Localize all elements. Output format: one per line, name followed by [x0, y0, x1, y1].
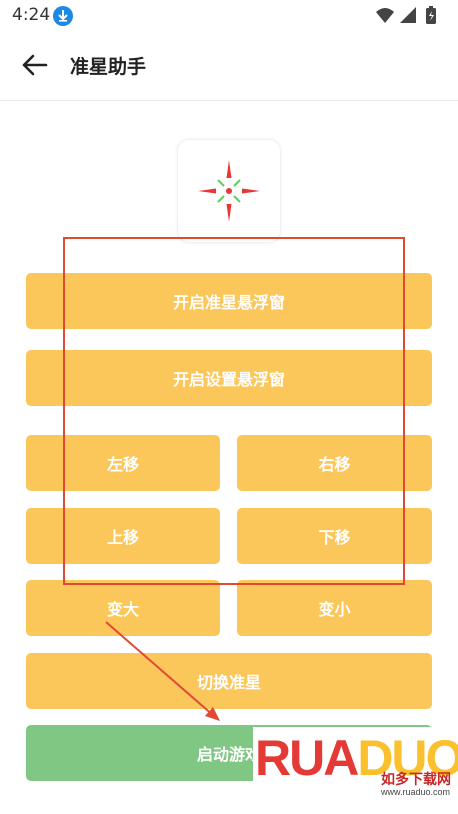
- status-bar: 4:24: [0, 0, 458, 32]
- signal-icon: [400, 7, 416, 23]
- wifi-icon: [376, 8, 394, 23]
- move-right-button[interactable]: 右移: [237, 435, 432, 491]
- move-left-button[interactable]: 左移: [26, 435, 220, 491]
- shrink-button[interactable]: 变小: [237, 580, 432, 636]
- app-bar: 准星助手: [0, 32, 458, 101]
- crosshair-preview: [177, 139, 281, 243]
- back-arrow-icon[interactable]: [18, 50, 52, 80]
- open-settings-float-button[interactable]: 开启设置悬浮窗: [26, 350, 432, 406]
- switch-crosshair-button[interactable]: 切换准星: [26, 653, 432, 709]
- status-time: 4:24: [12, 5, 51, 25]
- watermark-subtitle: 如多下载网: [381, 772, 451, 788]
- download-notification-icon: [53, 6, 73, 26]
- move-down-button[interactable]: 下移: [237, 508, 432, 564]
- enlarge-button[interactable]: 变大: [26, 580, 220, 636]
- crosshair-icon: [198, 160, 260, 222]
- open-crosshair-float-button[interactable]: 开启准星悬浮窗: [26, 273, 432, 329]
- watermark-logo: RUADUO 如多下载网 www.ruaduo.com: [253, 727, 458, 814]
- watermark-url: www.ruaduo.com: [381, 787, 451, 797]
- system-icons: [376, 6, 436, 24]
- move-up-button[interactable]: 上移: [26, 508, 220, 564]
- page-title: 准星助手: [70, 56, 147, 78]
